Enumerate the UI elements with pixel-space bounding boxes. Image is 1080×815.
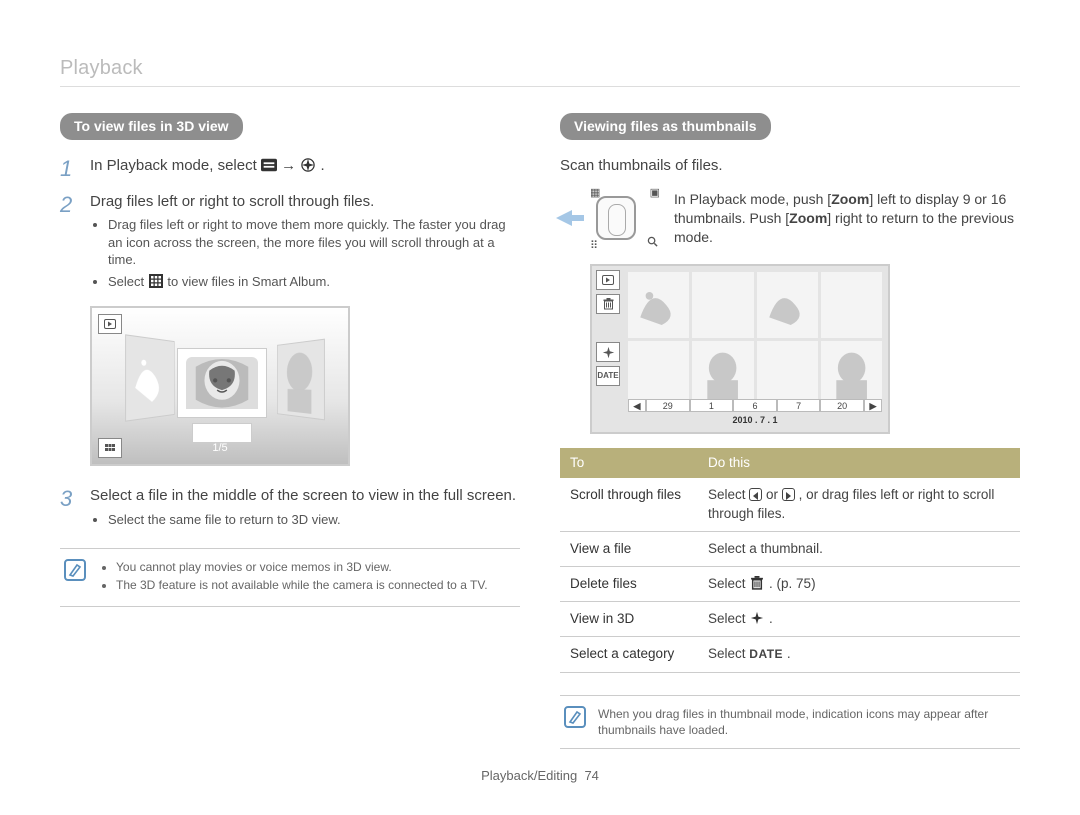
right-chevron-icon bbox=[782, 488, 795, 501]
step1-text: In Playback mode, select bbox=[90, 157, 257, 174]
num-cell: 7 bbox=[777, 399, 821, 412]
next-arrow-icon: ▶ bbox=[864, 399, 882, 412]
left-chevron-icon bbox=[749, 488, 762, 501]
cell-label: Select a category bbox=[560, 637, 698, 672]
play-icon bbox=[596, 270, 620, 290]
cell-label: Scroll through files bbox=[560, 478, 698, 531]
date-icon: DATE bbox=[749, 647, 783, 661]
table-header-row: To Do this bbox=[560, 448, 1020, 478]
note-box-thumbs: When you drag files in thumbnail mode, i… bbox=[560, 695, 1020, 749]
step2-sub2: Select to view files in Smart Album. bbox=[108, 273, 520, 291]
zoom-lever-graphic: ▦ ▣ ⠿ bbox=[560, 190, 660, 250]
grid-icon bbox=[148, 274, 164, 288]
date-number-row: ◀ 29 1 6 7 20 ▶ bbox=[628, 399, 882, 412]
3d-view-illustration: 1/5 bbox=[90, 306, 350, 466]
3d-fan-icon bbox=[596, 342, 620, 362]
grid-icon bbox=[98, 438, 122, 458]
single-icon: ▣ bbox=[650, 186, 660, 201]
cell-label: View a file bbox=[560, 531, 698, 566]
step2-main: Drag files left or right to scroll throu… bbox=[90, 192, 520, 212]
cell-do: Select or , or drag files left or right … bbox=[698, 478, 1020, 531]
cell-label: View in 3D bbox=[560, 602, 698, 637]
trash-icon bbox=[596, 294, 620, 314]
step1-end: . bbox=[320, 157, 324, 174]
note-text: When you drag files in thumbnail mode, i… bbox=[598, 706, 1016, 738]
cell-do: Select . bbox=[698, 602, 1020, 637]
note-box-3d: You cannot play movies or voice memos in… bbox=[60, 548, 520, 606]
magnifier-icon bbox=[647, 236, 658, 252]
cell-do: Select DATE . bbox=[698, 637, 1020, 672]
note-b: The 3D feature is not available while th… bbox=[116, 577, 488, 593]
scan-subtext: Scan thumbnails of files. bbox=[560, 156, 1020, 176]
step3-main: Select a file in the middle of the scree… bbox=[90, 486, 520, 506]
step-3: 3 Select a file in the middle of the scr… bbox=[60, 486, 520, 532]
num-cell: 1 bbox=[690, 399, 734, 412]
table-row: View in 3D Select . bbox=[560, 602, 1020, 637]
table-row: Scroll through files Select or , or drag… bbox=[560, 478, 1020, 531]
cell-do: Select . (p. 75) bbox=[698, 567, 1020, 602]
table-row: Delete files Select . (p. 75) bbox=[560, 567, 1020, 602]
num-cell: 6 bbox=[733, 399, 777, 412]
pill-thumbnails: Viewing files as thumbnails bbox=[560, 113, 771, 140]
thumbnail-grid bbox=[628, 272, 882, 396]
note-icon bbox=[564, 706, 586, 728]
note-icon bbox=[64, 559, 86, 581]
left-column: To view files in 3D view 1 In Playback m… bbox=[60, 113, 520, 749]
pill-3d-view: To view files in 3D view bbox=[60, 113, 243, 140]
right-column: Viewing files as thumbnails Scan thumbna… bbox=[560, 113, 1020, 749]
date-icon: DATE bbox=[596, 366, 620, 386]
prev-arrow-icon: ◀ bbox=[628, 399, 646, 412]
trash-icon bbox=[749, 576, 765, 590]
th-do: Do this bbox=[698, 448, 1020, 478]
table-row: View a file Select a thumbnail. bbox=[560, 531, 1020, 566]
step2-sub2b: to view files in Smart Album. bbox=[167, 274, 330, 289]
page-footer: Playback/Editing 74 bbox=[60, 767, 1020, 785]
step-1: 1 In Playback mode, select → . bbox=[60, 156, 520, 180]
table-row: Select a category Select DATE . bbox=[560, 637, 1020, 672]
date-label: 2010 . 7 . 1 bbox=[628, 414, 882, 426]
step-number: 1 bbox=[60, 156, 78, 180]
step-number: 2 bbox=[60, 192, 78, 294]
section-title: Playback bbox=[60, 55, 1020, 87]
num-cell: 29 bbox=[646, 399, 690, 412]
step-number: 3 bbox=[60, 486, 78, 532]
step2-sub1: Drag files left or right to move them mo… bbox=[108, 216, 520, 269]
th-to: To bbox=[560, 448, 698, 478]
num-cell: 20 bbox=[820, 399, 864, 412]
note-a: You cannot play movies or voice memos in… bbox=[116, 559, 488, 575]
cell-do: Select a thumbnail. bbox=[698, 531, 1020, 566]
arrow-text: → bbox=[281, 157, 300, 174]
thumbnail-view-illustration: DATE ◀ 29 1 6 7 20 ▶ 2 bbox=[590, 264, 890, 434]
3d-fan-icon bbox=[749, 611, 765, 625]
step2-sub2a: Select bbox=[108, 274, 148, 289]
3d-fan-icon bbox=[300, 158, 316, 172]
menu-icon bbox=[261, 158, 277, 172]
play-icon bbox=[98, 314, 122, 334]
zoom-row: ▦ ▣ ⠿ In Playback mode, push [Zoom] left… bbox=[560, 190, 1020, 250]
actions-table: To Do this Scroll through files Select o… bbox=[560, 448, 1020, 673]
zoom-text: In Playback mode, push [Zoom] left to di… bbox=[674, 190, 1020, 250]
counter-text: 1/5 bbox=[212, 441, 227, 456]
step-2: 2 Drag files left or right to scroll thr… bbox=[60, 192, 520, 294]
step3-sub: Select the same file to return to 3D vie… bbox=[108, 511, 520, 529]
left-arrow-icon bbox=[556, 210, 572, 226]
cell-label: Delete files bbox=[560, 567, 698, 602]
dot-grid-icon: ⠿ bbox=[590, 239, 598, 254]
zoom-shuttle-icon bbox=[596, 196, 636, 240]
